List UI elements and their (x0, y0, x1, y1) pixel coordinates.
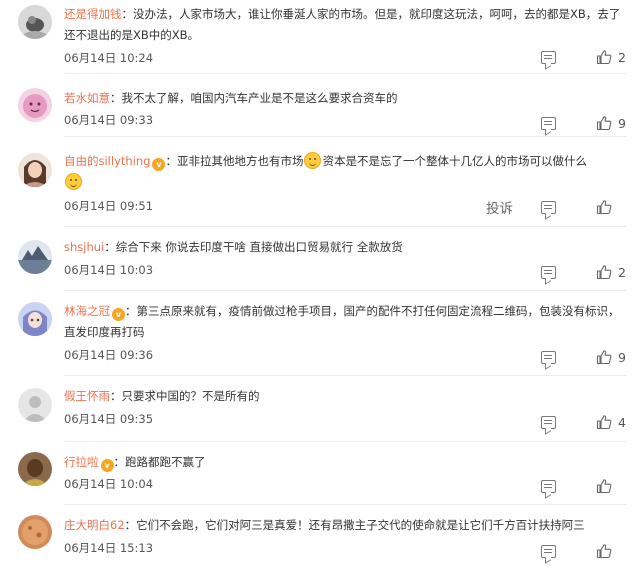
comment-time: 06月14日 09:33 (64, 113, 154, 127)
comment-text: 我不太了解，咱国内汽车产业是不是这么要求合资车的 (121, 91, 398, 105)
comment-item: 行拉啦 v ：跑路都跑不赢了 06月14日 10:04 (0, 442, 640, 505)
username-link[interactable]: 假王怀雨 (64, 389, 110, 403)
comment-bubble-icon[interactable] (541, 50, 556, 64)
comment-item: 假王怀雨：只要求中国的？不是所有的 06月14日 09:35 4 (0, 376, 640, 442)
comment-bubble-icon[interactable] (541, 479, 556, 493)
comment-actions: 9 (541, 114, 626, 132)
comment-text: 跑路都跑不赢了 (125, 455, 206, 469)
avatar[interactable] (18, 388, 52, 422)
comment-item: 若水如意：我不太了解，咱国内汽车产业是不是这么要求合资车的 06月14日 09:… (0, 74, 640, 137)
comment-actions: 2 (541, 263, 626, 281)
comment-item: 林海之冠 v ：第三点原来就有，疫情前做过枪手项目，国产的配件不打任何固定流程二维码… (0, 291, 640, 376)
avatar[interactable] (18, 240, 52, 274)
thumbs-up-icon[interactable] (596, 414, 612, 430)
vip-badge-icon: v (112, 308, 125, 321)
comment-actions: 2 (541, 48, 626, 66)
comment-body: 庄大明白62：它们不会跑，它们对阿三是真爱！还有昂撒主子交代的使命就是让它们千方… (64, 518, 585, 532)
comment-time: 06月14日 09:51 (64, 199, 154, 213)
comment-body: 还是得加钱：没办法，人家市场大，谁让你垂涎人家的市场。但是，就印度这玩法，呵呵，… (64, 7, 621, 42)
username-link[interactable]: shsjhui (64, 240, 104, 254)
comment-time: 06月14日 09:36 (64, 348, 154, 362)
thumbs-up-icon[interactable] (596, 349, 612, 365)
comment-time: 06月14日 09:35 (64, 412, 154, 426)
comment-actions: 9 (541, 348, 626, 366)
avatar[interactable] (18, 302, 52, 336)
comment-item: 还是得加钱：没办法，人家市场大，谁让你垂涎人家的市场。但是，就印度这玩法，呵呵，… (0, 0, 640, 74)
comment-text: 没办法，人家市场大，谁让你垂涎人家的市场。但是，就印度这玩法，呵呵，去的都是XB… (64, 7, 621, 42)
username-link[interactable]: 庄大明白62 (64, 518, 125, 532)
comment-text: 资本是不是忘了一个整体十几亿人的市场可以做什么 (322, 154, 587, 168)
comment-body: 假王怀雨：只要求中国的？不是所有的 (64, 389, 260, 403)
avatar[interactable] (18, 153, 52, 187)
avatar[interactable] (18, 452, 52, 486)
avatar-image (18, 388, 52, 422)
comment-text: 第三点原来就有，疫情前做过枪手项目，国产的配件不打任何固定流程二维码，包装没有标… (64, 304, 620, 339)
comment-time: 06月14日 10:24 (64, 51, 154, 65)
avatar[interactable] (18, 5, 52, 39)
vip-badge-icon: v (100, 459, 114, 472)
comment-time: 06月14日 10:04 (64, 477, 154, 491)
comment-bubble-icon[interactable] (541, 350, 556, 364)
avatar[interactable] (18, 88, 52, 122)
username-link[interactable]: 自由的sillything (64, 154, 150, 168)
like-count: 2 (618, 264, 626, 280)
username-link[interactable]: 行拉啦 (64, 455, 99, 469)
report-button[interactable]: 投诉 (486, 197, 513, 217)
avatar-image (18, 5, 52, 39)
comment-bubble-icon[interactable] (541, 544, 556, 558)
comment-body: 若水如意：我不太了解，咱国内汽车产业是不是这么要求合资车的 (64, 91, 398, 105)
comment-bubble-icon[interactable] (541, 265, 556, 279)
avatar-image (18, 153, 52, 187)
avatar-image (18, 88, 52, 122)
comment-list: 还是得加钱：没办法，人家市场大，谁让你垂涎人家的市场。但是，就印度这玩法，呵呵，… (0, 0, 640, 567)
comment-bubble-icon[interactable] (541, 415, 556, 429)
avatar-image (18, 240, 52, 274)
comment-bubble-icon[interactable] (541, 200, 556, 214)
comment-text: 它们不会跑，它们对阿三是真爱！还有昂撒主子交代的使命就是让它们千方百计扶持阿三 (136, 518, 585, 532)
avatar-image (18, 452, 52, 486)
username-link[interactable]: 若水如意 (64, 91, 110, 105)
like-count: 9 (618, 115, 626, 131)
vip-badge-icon: v (152, 158, 166, 171)
comment-body: shsjhui：综合下来 你说去印度干啥 直接做出口贸易就行 全款放货 (64, 240, 403, 254)
avatar[interactable] (18, 515, 52, 549)
comment-body: 自由的sillything v ：亚非拉其他地方也有市场 资本是不是忘了一个整体十几亿… (64, 151, 622, 193)
comment-item: 庄大明白62：它们不会跑，它们对阿三是真爱！还有昂撒主子交代的使命就是让它们千方… (0, 505, 640, 567)
username-link[interactable]: 还是得加钱 (64, 7, 122, 21)
thumbs-up-icon[interactable] (596, 115, 612, 131)
comment-text: 综合下来 你说去印度干啥 直接做出口贸易就行 全款放货 (115, 240, 403, 254)
comment-item: shsjhui：综合下来 你说去印度干啥 直接做出口贸易就行 全款放货 06月1… (0, 227, 640, 291)
thumbs-up-icon[interactable] (596, 49, 612, 65)
thumbs-up-icon[interactable] (596, 199, 612, 215)
comment-actions: 4 (541, 413, 626, 431)
comment-body: 行拉啦 v ：跑路都跑不赢了 (64, 455, 206, 472)
thumbs-up-icon[interactable] (596, 543, 612, 559)
smile-emoji-icon (65, 173, 82, 190)
comment-body: 林海之冠 v ：第三点原来就有，疫情前做过枪手项目，国产的配件不打任何固定流程二维码… (64, 304, 620, 339)
like-count: 2 (618, 49, 626, 65)
thumbs-up-icon[interactable] (596, 264, 612, 280)
avatar-image (18, 515, 52, 549)
comment-text: 只要求中国的？不是所有的 (121, 389, 260, 403)
avatar-image (18, 302, 52, 336)
username-link[interactable]: 林海之冠 (64, 304, 110, 318)
comment-time: 06月14日 10:03 (64, 263, 154, 277)
comment-text: 亚非拉其他地方也有市场 (176, 154, 304, 168)
thumbs-up-icon[interactable] (596, 478, 612, 494)
like-count: 9 (618, 349, 626, 365)
smile-emoji-icon (304, 152, 322, 169)
comment-time: 06月14日 15:13 (64, 541, 154, 555)
comment-actions (541, 542, 626, 560)
comment-actions: 投诉 (486, 197, 626, 217)
comment-bubble-icon[interactable] (541, 116, 556, 130)
comment-actions (541, 477, 626, 495)
comment-item: 自由的sillything v ：亚非拉其他地方也有市场 资本是不是忘了一个整体十几亿… (0, 137, 640, 227)
like-count: 4 (618, 414, 626, 430)
